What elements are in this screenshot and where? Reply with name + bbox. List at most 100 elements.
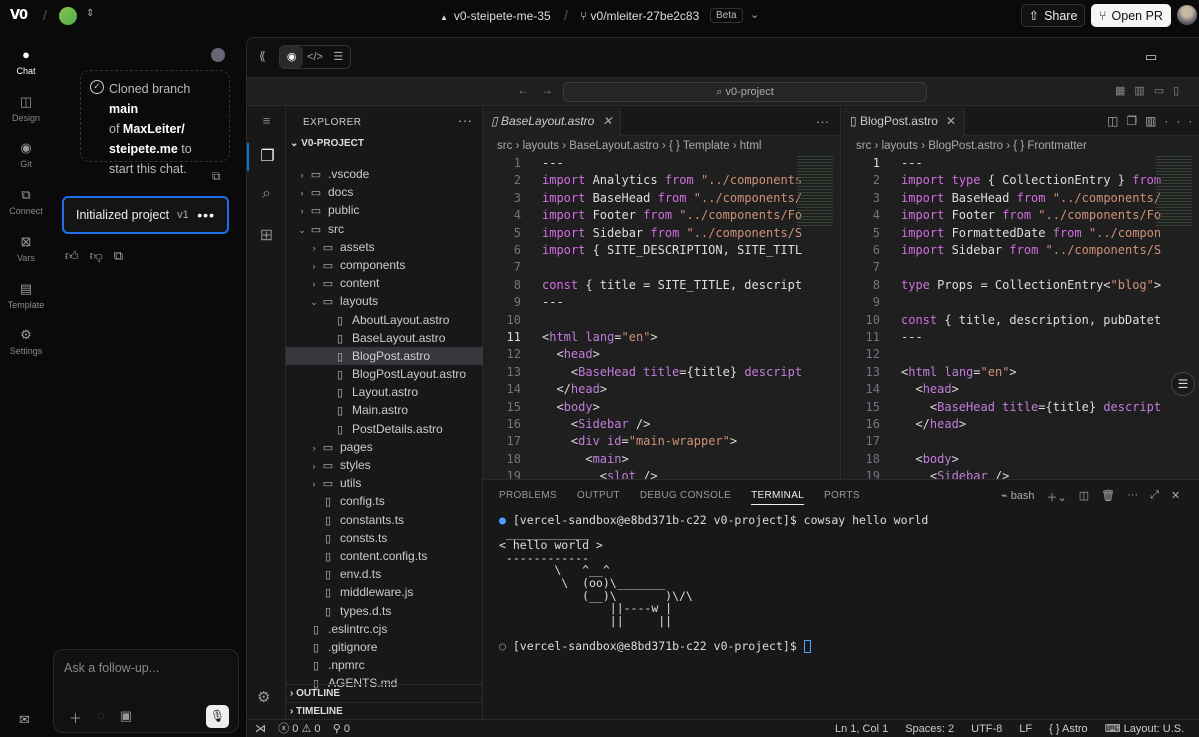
close-icon[interactable]: ✕ bbox=[946, 114, 956, 128]
crumb-item[interactable]: src bbox=[497, 140, 512, 152]
thumbs-up-icon[interactable]: 👍︎ bbox=[65, 248, 79, 264]
tree-file[interactable]: ▯ content.config.ts bbox=[286, 547, 483, 565]
indent-setting[interactable]: Spaces: 2 bbox=[905, 720, 954, 737]
version-card[interactable]: Initialized project v1 ••• bbox=[62, 196, 229, 234]
collapse-icon[interactable]: ⟪ bbox=[259, 49, 266, 63]
tree-file[interactable]: ▯ Layout.astro bbox=[286, 383, 483, 401]
format-list-icon[interactable]: ☰ bbox=[1171, 372, 1195, 396]
close-icon[interactable]: ✕ bbox=[602, 114, 612, 128]
tree-file[interactable]: ▯ AboutLayout.astro bbox=[286, 311, 483, 329]
nav-chat[interactable]: ● Chat bbox=[0, 47, 52, 76]
image-icon[interactable]: ▣ bbox=[120, 708, 132, 727]
tree-file[interactable]: ▯ config.ts bbox=[286, 492, 483, 510]
terminal-shell[interactable]: ⌁ bash bbox=[1001, 489, 1035, 505]
remote-icon[interactable]: ⋊ bbox=[255, 723, 266, 735]
nav-git[interactable]: ◉ Git bbox=[0, 140, 52, 169]
share-button[interactable]: ⇧ Share bbox=[1021, 4, 1085, 27]
tree-file[interactable]: ▯ .npmrc bbox=[286, 656, 483, 674]
more-icon[interactable]: ··· bbox=[458, 113, 473, 128]
tree-folder[interactable]: › ▭ docs bbox=[286, 183, 483, 201]
crumb-item[interactable]: layouts bbox=[882, 140, 918, 152]
crumb-item[interactable]: BaseLayout.astro bbox=[569, 140, 659, 152]
maximize-icon[interactable]: ⤢ bbox=[1150, 489, 1159, 505]
plus-icon[interactable]: ＋ bbox=[69, 708, 82, 727]
trash-icon[interactable]: 🗑︎ bbox=[1101, 489, 1115, 505]
tab-debug-console[interactable]: DEBUG CONSOLE bbox=[640, 490, 731, 505]
nav-design[interactable]: ◫ Design bbox=[0, 94, 52, 123]
split-editor-icons[interactable]: ◫❐▥··· bbox=[1107, 114, 1199, 128]
copy-icon[interactable]: ⧉ bbox=[114, 248, 123, 264]
project-name[interactable]: ▲ v0-steipete-me-35 bbox=[440, 9, 551, 23]
thumbs-down-icon[interactable]: 👎︎ bbox=[90, 248, 103, 264]
extensions-icon[interactable]: ⊞ bbox=[247, 225, 286, 245]
tree-file[interactable]: ▯ .eslintrc.cjs bbox=[286, 620, 483, 638]
terminal-output[interactable]: ● [vercel-sandbox@e8bd371b-c22 v0-projec… bbox=[499, 514, 928, 653]
tree-folder[interactable]: › ▭ content bbox=[286, 274, 483, 292]
gear-icon[interactable]: ⚙ bbox=[257, 688, 270, 706]
ports-count[interactable]: 0 bbox=[344, 723, 350, 735]
tree-file[interactable]: ▯ constants.ts bbox=[286, 511, 483, 529]
database-icon[interactable]: ☰ bbox=[327, 46, 350, 68]
encoding[interactable]: UTF-8 bbox=[971, 720, 1002, 737]
project-root[interactable]: ⌄ V0-PROJECT bbox=[286, 135, 482, 153]
attach-icon[interactable]: ◌ bbox=[97, 708, 105, 727]
copy-icon[interactable]: ⧉ bbox=[212, 169, 221, 184]
tree-folder[interactable]: ⌄ ▭ layouts bbox=[286, 292, 483, 310]
tree-folder[interactable]: › ▭ components bbox=[286, 256, 483, 274]
error-count[interactable]: 0 bbox=[292, 723, 298, 735]
tree-folder[interactable]: › ▭ public bbox=[286, 201, 483, 219]
tab-output[interactable]: OUTPUT bbox=[577, 490, 620, 505]
tab-blogpost[interactable]: ▯ BlogPost.astro ✕ bbox=[842, 107, 966, 136]
open-pr-button[interactable]: ⑂ Open PR bbox=[1091, 4, 1171, 27]
tab-ports[interactable]: PORTS bbox=[824, 490, 860, 505]
search-icon[interactable]: ⌕ bbox=[247, 185, 286, 203]
code-icon[interactable]: </> bbox=[303, 46, 326, 68]
split-icon[interactable]: ◫ bbox=[1079, 489, 1089, 505]
nav-vars[interactable]: ⊠ Vars bbox=[0, 234, 52, 263]
layout-icons[interactable]: ▦▥▭▯ bbox=[1115, 84, 1188, 97]
branch-name[interactable]: ⑂ v0/mleiter-27be2c83 bbox=[580, 9, 699, 23]
line-ending[interactable]: LF bbox=[1019, 720, 1032, 737]
microphone-icon[interactable]: 🎙︎ bbox=[206, 705, 229, 728]
crumb-item[interactable]: html bbox=[740, 140, 762, 152]
crumb-item[interactable]: BlogPost.astro bbox=[928, 140, 1003, 152]
warning-count[interactable]: 0 bbox=[314, 723, 320, 735]
tree-folder[interactable]: › ▭ pages bbox=[286, 438, 483, 456]
tree-file[interactable]: ▯ BlogPostLayout.astro bbox=[286, 365, 483, 383]
v0-logo[interactable]: V0 bbox=[10, 8, 28, 23]
team-avatar[interactable] bbox=[59, 7, 77, 25]
tab-terminal[interactable]: TERMINAL bbox=[751, 490, 805, 505]
nav-arrows-icon[interactable]: ←→ bbox=[517, 83, 565, 97]
tree-file[interactable]: ▯ middleware.js bbox=[286, 583, 483, 601]
tree-folder[interactable]: ⌄ ▭ src bbox=[286, 220, 483, 238]
mail-icon[interactable]: ✉ bbox=[19, 712, 30, 728]
tree-file[interactable]: ▯ BaseLayout.astro bbox=[286, 329, 483, 347]
sidebar-toggle-icon[interactable]: ▭ bbox=[1145, 49, 1157, 65]
plus-icon[interactable]: ＋⌄ bbox=[1047, 489, 1067, 505]
tree-file[interactable]: ▯ Main.astro bbox=[286, 401, 483, 419]
crumb-item[interactable]: { } Frontmatter bbox=[1013, 140, 1087, 152]
tree-file[interactable]: ▯ .gitignore bbox=[286, 638, 483, 656]
followup-input[interactable] bbox=[64, 661, 224, 675]
tree-file[interactable]: ▯ BlogPost.astro bbox=[286, 346, 483, 366]
crumb-item[interactable]: { } Template bbox=[669, 140, 730, 152]
nav-connect[interactable]: ⧉ Connect bbox=[0, 187, 52, 216]
cursor-position[interactable]: Ln 1, Col 1 bbox=[835, 720, 888, 737]
tab-problems[interactable]: PROBLEMS bbox=[499, 490, 557, 505]
command-search[interactable]: ⌕ v0-project bbox=[563, 82, 927, 102]
tree-folder[interactable]: › ▭ styles bbox=[286, 456, 483, 474]
minimap[interactable] bbox=[1156, 156, 1192, 226]
preview-eye-icon[interactable]: ◉ bbox=[280, 46, 304, 68]
nav-template[interactable]: ▤ Template bbox=[0, 281, 52, 310]
timeline-section[interactable]: › TIMELINE bbox=[286, 702, 483, 720]
crumb-item[interactable]: layouts bbox=[523, 140, 559, 152]
tree-file[interactable]: ▯ consts.ts bbox=[286, 529, 483, 547]
nav-settings[interactable]: ⚙ Settings bbox=[0, 327, 52, 356]
user-avatar[interactable] bbox=[1177, 5, 1197, 25]
language-mode[interactable]: { } Astro bbox=[1049, 720, 1088, 737]
more-icon[interactable]: ••• bbox=[197, 207, 215, 223]
tree-file[interactable]: ▯ env.d.ts bbox=[286, 565, 483, 583]
keyboard-layout[interactable]: ⌨ Layout: U.S. bbox=[1105, 720, 1184, 737]
chevron-updown-icon[interactable]: ⇕ bbox=[86, 8, 94, 19]
crumb-item[interactable]: src bbox=[856, 140, 871, 152]
